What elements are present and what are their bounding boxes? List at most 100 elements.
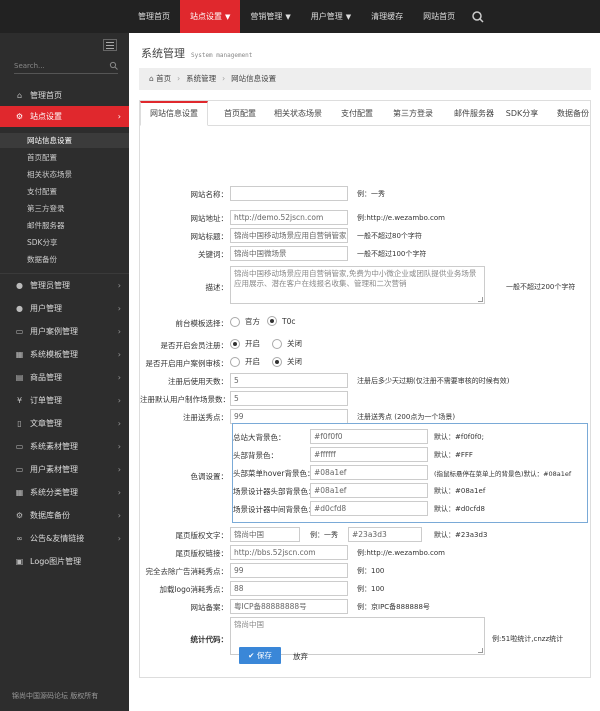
stats-code-label: 统计代码： [190,635,229,644]
logo-points-input[interactable]: 88 [230,581,348,596]
template-option-t0c[interactable]: T0c [267,316,295,326]
color-row-label: 场景设计器头部背景色： [233,487,316,496]
sidebar-search[interactable]: Search... [14,59,118,74]
tab-third-party-login[interactable]: 第三方登录 [388,101,438,126]
topnav-site-home[interactable]: 网站首页 [413,0,465,33]
topnav-users[interactable]: 用户管理 ▼ [301,0,361,33]
tab-homepage[interactable]: 首页配置 [214,101,266,126]
topnav-home[interactable]: 管理首页 [128,0,180,33]
tab-bar: 网站信息设置 首页配置 相关状态场景 支付配置 第三方登录 邮件服务器 SDK分… [140,101,590,126]
color-input-designer-middle[interactable]: #d0cfd8 [310,501,428,516]
sidebar-subitem-payment[interactable]: 支付配置 [0,184,129,199]
sidebar-subitem-backup[interactable]: 数据备份 [0,252,129,267]
color-input-page-bg[interactable]: #f0f0f0 [310,429,428,444]
footer-link-label: 尾页版权链接： [175,549,229,558]
template-option-official[interactable]: 官方 [230,316,260,327]
topnav-site-settings-label: 站点设置 [190,12,222,21]
footer-text-input[interactable]: 锦尚中国 [230,527,300,542]
footer-link-input[interactable]: http://bbs.52jscn.com [230,545,348,560]
sidebar-item-label: 公告&友情链接 [30,534,85,543]
tab-sdk-share[interactable]: SDK分享 [502,101,542,126]
breadcrumb-system[interactable]: 系统管理 [186,74,216,83]
tab-backup[interactable]: 数据备份 [550,101,590,126]
tab-mail-server[interactable]: 邮件服务器 [448,101,500,126]
register-days-input[interactable]: 5 [230,373,348,388]
case-review-on-label: 开启 [245,357,260,366]
register-points-input[interactable]: 99 [230,409,348,424]
stats-code-value: 锦尚中国 [234,620,264,629]
site-name-input[interactable] [230,186,348,201]
top-nav: 管理首页 站点设置 ▼ 营销管理 ▼ 用户管理 ▼ 清理缓存 网站首页 [128,0,465,33]
site-title-label: 网站标题： [190,232,229,241]
resize-grip-icon[interactable] [478,648,483,653]
color-input-designer-header[interactable]: #08a1ef [310,483,428,498]
sidebar-subitem-mail-server[interactable]: 邮件服务器 [0,218,129,233]
sidebar-item-articles[interactable]: ▯ 文章管理 › [0,413,129,434]
sidebar-item-site-settings[interactable]: ⚙ 站点设置 › [0,106,129,127]
sidebar-item-orders[interactable]: ¥ 订单管理 › [0,390,129,411]
sidebar-item-users[interactable]: ● 用户管理 › [0,298,129,319]
sidebar-item-db-backup[interactable]: ⚙ 数据库备份 › [0,505,129,526]
sidebar-item-home[interactable]: ⌂ 管理首页 [0,85,129,106]
sidebar-item-admins[interactable]: ● 管理员管理 › [0,275,129,296]
site-url-input[interactable]: http://demo.52jscn.com [230,210,348,225]
template-option-label: T0c [282,316,296,326]
sidebar-footer: 锦尚中国源码论坛 版权所有 [12,692,99,700]
topnav-site-settings[interactable]: 站点设置 ▼ [180,0,241,33]
footer-text-color-input[interactable]: #23a3d3 [348,527,422,542]
yen-icon: ¥ [16,396,23,405]
register-points-label: 注册送秀点： [183,413,228,422]
save-button[interactable]: ✔ 保存 [239,647,281,664]
site-title-input[interactable]: 锦尚中国移动场景应用自营销管家 [230,228,348,243]
top-navbar: 管理首页 站点设置 ▼ 营销管理 ▼ 用户管理 ▼ 清理缓存 网站首页 [0,0,600,33]
sidebar-item-system-categories[interactable]: ▦ 系统分类管理 › [0,482,129,503]
logo-points-hint: 例：100 [357,585,385,593]
sidebar-subitem-sdk-share[interactable]: SDK分享 [0,235,129,250]
description-textarea[interactable]: 锦尚中国移动场景应用自营销管家,免费为中小微企业或团队提供业务场景应用展示、潜在… [230,266,485,304]
search-icon[interactable] [109,61,118,70]
home-icon[interactable]: ⌂ [149,74,154,83]
sidebar-subitem-homepage[interactable]: 首页配置 [0,150,129,165]
case-review-label: 是否开启用户案例审核： [145,359,229,368]
site-url-hint: 例:http://e.wezambo.com [357,214,445,222]
sidebar-item-system-materials[interactable]: ▭ 系统素材管理 › [0,436,129,457]
sidebar-subitem-site-info[interactable]: 网站信息设置 [0,133,129,148]
sidebar-subitem-third-party-login[interactable]: 第三方登录 [0,201,129,216]
member-register-off[interactable]: 关闭 [272,338,302,349]
tab-site-info[interactable]: 网站信息设置 [140,101,208,126]
sidebar-item-logo-images[interactable]: ▣ Logo图片管理 [0,551,129,572]
cancel-button[interactable]: 放弃 [293,651,308,662]
sidebar-item-label: 站点设置 [30,112,62,121]
register-days-label: 注册后使用天数： [168,377,228,386]
color-input-header-bg[interactable]: #ffffff [310,447,428,462]
case-review-off[interactable]: 关闭 [272,356,302,367]
sidebar-item-label: 系统分类管理 [30,488,78,497]
sidebar-item-system-templates[interactable]: ▦ 系统模板管理 › [0,344,129,365]
sidebar-item-products[interactable]: ▤ 商品管理 › [0,367,129,388]
search-icon[interactable] [470,9,486,25]
sidebar-item-user-cases[interactable]: ▭ 用户案例管理 › [0,321,129,342]
color-hint: 默认：#08a1ef [434,487,486,495]
topnav-marketing[interactable]: 营销管理 ▼ [240,0,300,33]
default-scenes-input[interactable]: 5 [230,391,348,406]
keywords-input[interactable]: 锦尚中国微场景 [230,246,348,261]
remove-ad-points-input[interactable]: 99 [230,563,348,578]
topnav-clear-cache[interactable]: 清理缓存 [361,0,413,33]
sidebar-item-user-materials[interactable]: ▭ 用户素材管理 › [0,459,129,480]
tab-payment[interactable]: 支付配置 [334,101,380,126]
icp-input[interactable]: 粤ICP备88888888号 [230,599,348,614]
sidebar-item-announcements[interactable]: ∞ 公告&友情链接 › [0,528,129,549]
resize-grip-icon[interactable] [478,297,483,302]
color-input-menu-hover[interactable]: #08a1ef [310,465,428,480]
breadcrumb-home[interactable]: 首页 [156,74,171,83]
sidebar-toggle-icon[interactable] [103,39,117,51]
chevron-right-icon: › [117,304,121,313]
chevron-right-icon: › [117,419,121,428]
case-review-on[interactable]: 开启 [230,356,260,367]
sidebar-subitem-scene-status[interactable]: 相关状态场景 [0,167,129,182]
tab-scene-status[interactable]: 相关状态场景 [268,101,328,126]
member-register-off-label: 关闭 [287,339,302,348]
member-register-on[interactable]: 开启 [230,338,260,349]
description-value: 锦尚中国移动场景应用自营销管家,免费为中小微企业或团队提供业务场景应用展示、潜在… [234,269,477,288]
member-register-on-label: 开启 [245,339,260,348]
